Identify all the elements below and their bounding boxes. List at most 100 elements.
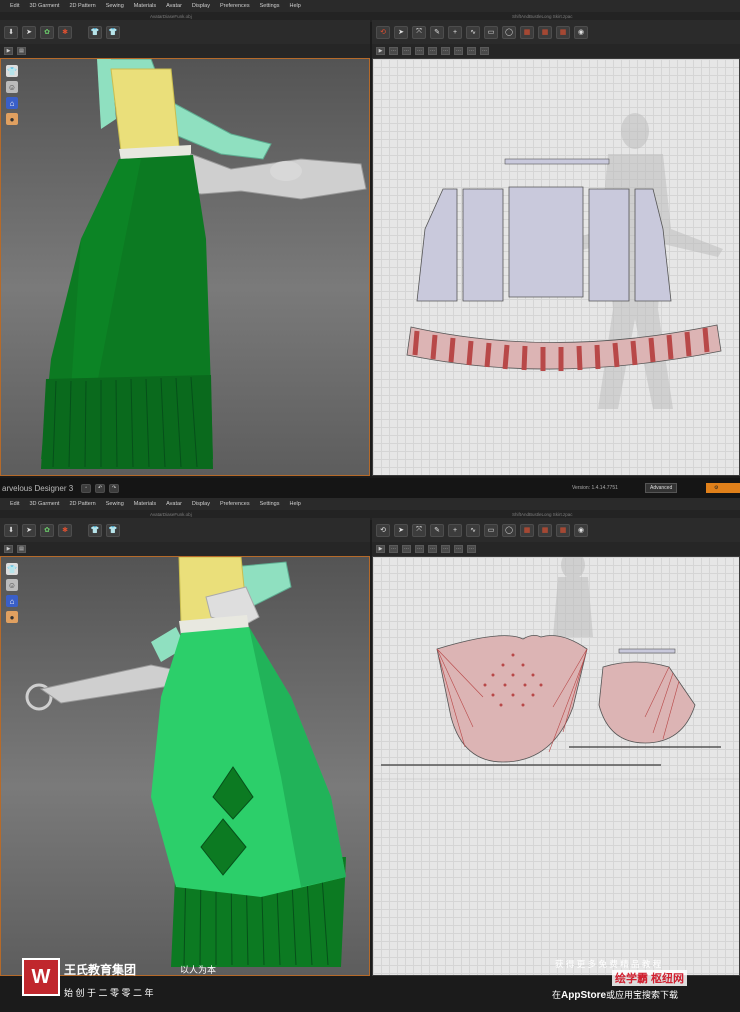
grid2-icon[interactable]: ▦ — [556, 25, 570, 39]
menu-2d-pattern[interactable]: 2D Pattern — [69, 501, 95, 507]
pin-icon[interactable]: ✱ — [58, 25, 72, 39]
camera-icon[interactable]: ◉ — [574, 523, 588, 537]
menu-3d-garment[interactable]: 3D Garment — [29, 3, 59, 9]
segment-icon[interactable]: ⋯ — [467, 47, 476, 55]
rect-icon[interactable]: ▭ — [484, 25, 498, 39]
segment-icon[interactable]: ⋯ — [441, 545, 450, 553]
segment-icon[interactable]: ⋯ — [402, 545, 411, 553]
menu-display[interactable]: Display — [192, 501, 210, 507]
segment-icon[interactable]: ⋯ — [428, 545, 437, 553]
pin-icon[interactable]: ✱ — [58, 523, 72, 537]
shirt-blue-icon[interactable]: 👕 — [106, 523, 120, 537]
viewport-2d-top[interactable] — [372, 58, 740, 476]
segment-icon[interactable]: ⋯ — [454, 545, 463, 553]
layer-icon[interactable]: ▤ — [17, 545, 26, 553]
menu-avatar[interactable]: Avatar — [166, 3, 182, 9]
segment-icon[interactable]: ⋯ — [480, 47, 489, 55]
avatar-icon[interactable]: ☺ — [6, 579, 18, 591]
add-point-icon[interactable]: + — [448, 523, 462, 537]
segment-icon[interactable]: ⋯ — [389, 47, 398, 55]
sync-icon[interactable]: ⟲ — [376, 523, 390, 537]
play-icon[interactable]: ▶ — [4, 545, 13, 553]
menu-help[interactable]: Help — [289, 501, 300, 507]
menu-settings[interactable]: Settings — [260, 501, 280, 507]
grid-icon[interactable]: ▦ — [538, 25, 552, 39]
hanger-icon[interactable]: ⌂ — [6, 97, 18, 109]
avatar-icon[interactable]: ☺ — [6, 81, 18, 93]
grid-icon[interactable]: ▦ — [538, 523, 552, 537]
segment-icon[interactable]: ⋯ — [415, 545, 424, 553]
menu-display[interactable]: Display — [192, 3, 210, 9]
menu-materials[interactable]: Materials — [134, 3, 156, 9]
subbar-3d-top: ▶ ▤ — [0, 44, 370, 58]
transform-icon[interactable]: ⤧ — [412, 25, 426, 39]
menu-edit[interactable]: Edit — [10, 501, 19, 507]
orange-badge[interactable]: ⚙ — [706, 483, 740, 493]
fold-icon[interactable]: ✿ — [40, 523, 54, 537]
select-icon[interactable]: ➤ — [394, 25, 408, 39]
minimize-icon[interactable]: ▫ — [81, 483, 92, 493]
promo-appstore: AppStore — [561, 990, 607, 1001]
menu-sewing[interactable]: Sewing — [106, 3, 124, 9]
window-3d-title: AvatarDiaseFunk.obj — [150, 14, 192, 19]
play-icon[interactable]: ▶ — [376, 545, 385, 553]
camera-icon[interactable]: ◉ — [574, 25, 588, 39]
head-icon[interactable]: ● — [6, 611, 18, 623]
layer-icon[interactable]: ▤ — [17, 47, 26, 55]
grid2-icon[interactable]: ▦ — [556, 523, 570, 537]
advanced-button[interactable]: Advanced — [645, 483, 678, 493]
segment-icon[interactable]: ⋯ — [467, 545, 476, 553]
menu-2d-pattern[interactable]: 2D Pattern — [69, 3, 95, 9]
menu-materials[interactable]: Materials — [134, 501, 156, 507]
version-value: 1.4.14.7751 — [591, 485, 618, 491]
menu-preferences[interactable]: Preferences — [220, 501, 250, 507]
menu-help[interactable]: Help — [289, 3, 300, 9]
shirt-blue-icon[interactable]: 👕 — [106, 25, 120, 39]
arrow-icon[interactable]: ⬇ — [4, 523, 18, 537]
menu-edit[interactable]: Edit — [10, 3, 19, 9]
sync-icon[interactable]: ⟲ — [376, 25, 390, 39]
edit-point-icon[interactable]: ✎ — [430, 25, 444, 39]
segment-icon[interactable]: ⋯ — [402, 47, 411, 55]
toolbar-3d-bottom: ⬇ ➤ ✿ ✱ 👕 👕 — [0, 518, 370, 542]
menu-3d-garment[interactable]: 3D Garment — [29, 501, 59, 507]
circle-icon[interactable]: ◯ — [502, 25, 516, 39]
shirt-icon[interactable]: 👕 — [6, 563, 18, 575]
shirt-blue-icon[interactable]: 👕 — [88, 25, 102, 39]
edit-point-icon[interactable]: ✎ — [430, 523, 444, 537]
segment-icon[interactable]: ⋯ — [441, 47, 450, 55]
fold-icon[interactable]: ✿ — [40, 25, 54, 39]
select-icon[interactable]: ➤ — [22, 25, 36, 39]
redo-icon[interactable]: ↷ — [109, 483, 120, 493]
play-icon[interactable]: ▶ — [376, 47, 385, 55]
play-icon[interactable]: ▶ — [4, 47, 13, 55]
hanger-icon[interactable]: ⌂ — [6, 595, 18, 607]
select-icon[interactable]: ➤ — [394, 523, 408, 537]
segment-icon[interactable]: ⋯ — [428, 47, 437, 55]
menu-settings[interactable]: Settings — [260, 3, 280, 9]
seam-icon[interactable]: ▦ — [520, 25, 534, 39]
seam-icon[interactable]: ▦ — [520, 523, 534, 537]
circle-icon[interactable]: ◯ — [502, 523, 516, 537]
viewport-3d-top[interactable]: 👕 ☺ ⌂ ● — [0, 58, 370, 476]
shirt-blue-icon[interactable]: 👕 — [88, 523, 102, 537]
shirt-icon[interactable]: 👕 — [6, 65, 18, 77]
menu-sewing[interactable]: Sewing — [106, 501, 124, 507]
segment-icon[interactable]: ⋯ — [454, 47, 463, 55]
transform-icon[interactable]: ⤧ — [412, 523, 426, 537]
segment-icon[interactable]: ⋯ — [415, 47, 424, 55]
undo-icon[interactable]: ↶ — [95, 483, 106, 493]
menu-preferences[interactable]: Preferences — [220, 3, 250, 9]
rect-icon[interactable]: ▭ — [484, 523, 498, 537]
viewport-2d-bottom[interactable] — [372, 556, 740, 976]
arrow-icon[interactable]: ⬇ — [4, 25, 18, 39]
menu-avatar[interactable]: Avatar — [166, 501, 182, 507]
head-icon[interactable]: ● — [6, 113, 18, 125]
curve-icon[interactable]: ∿ — [466, 25, 480, 39]
viewport-3d-bottom[interactable]: 👕 ☺ ⌂ ● — [0, 556, 370, 976]
add-point-icon[interactable]: + — [448, 25, 462, 39]
garment-3d-render-top — [41, 59, 367, 469]
segment-icon[interactable]: ⋯ — [389, 545, 398, 553]
curve-icon[interactable]: ∿ — [466, 523, 480, 537]
select-icon[interactable]: ➤ — [22, 523, 36, 537]
